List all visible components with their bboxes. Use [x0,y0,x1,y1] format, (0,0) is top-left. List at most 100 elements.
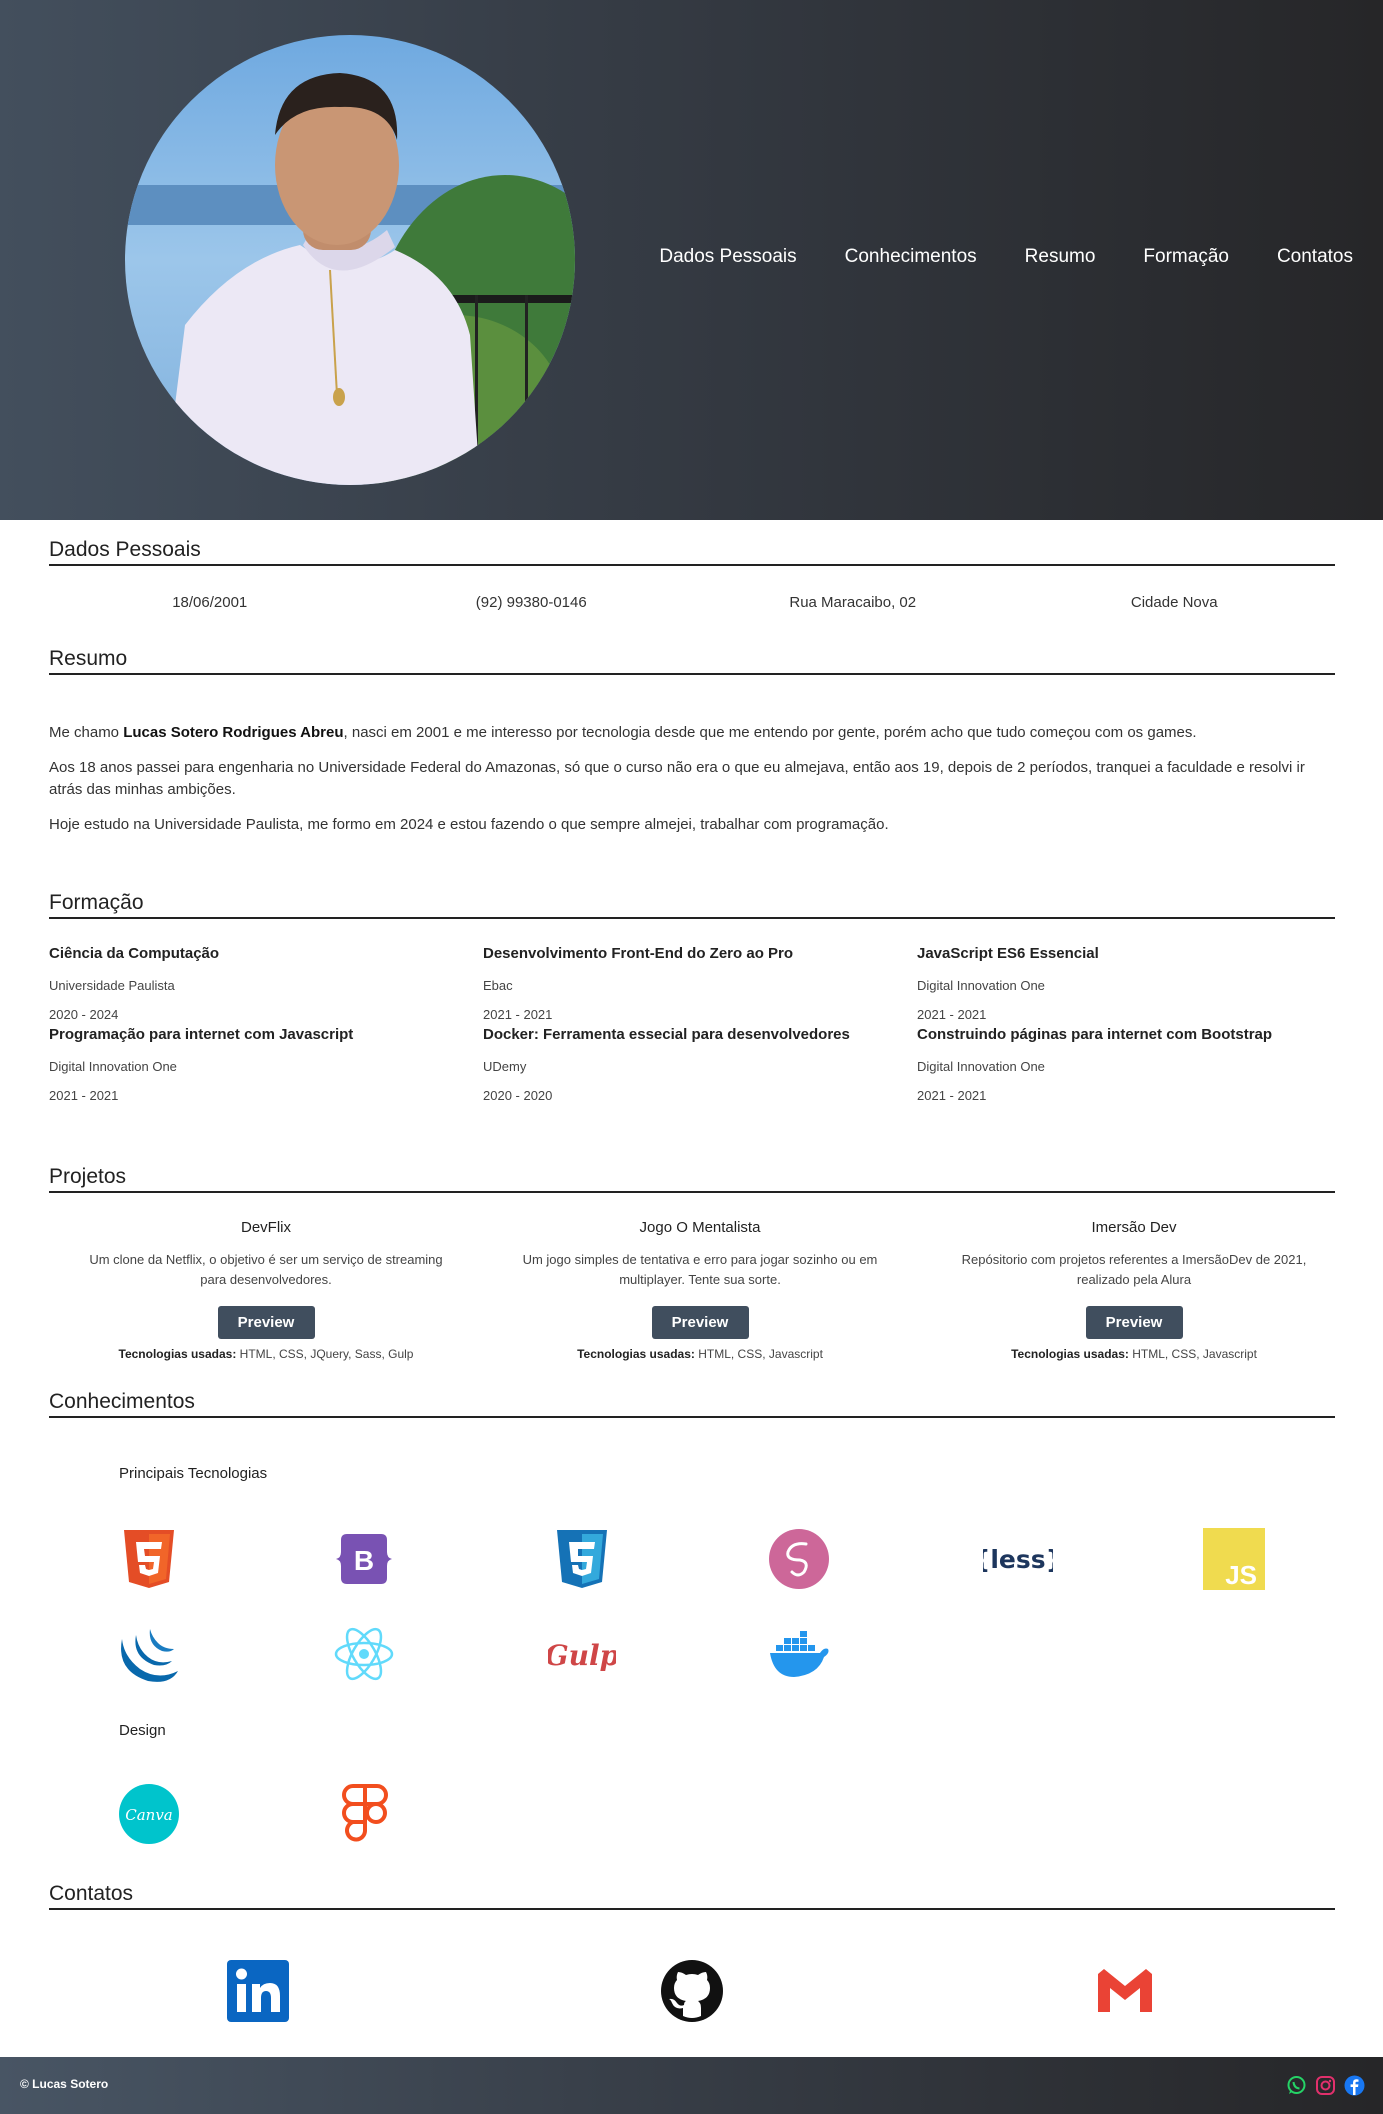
section-title-resumo: Resumo [49,647,1335,675]
project-description: Repósitorio com projetos referentes a Im… [961,1252,1307,1287]
course-institution: Universidade Paulista [49,978,175,993]
section-title-formacao: Formação [49,891,1335,919]
course-name: Programação para internet com Javascript [49,1026,354,1043]
profile-photo [125,35,575,485]
project-name: Imersão Dev [1091,1219,1177,1236]
course-item: JavaScript ES6 Essencial Digital Innovat… [917,945,1351,1022]
course-years: 2020 - 2020 [483,1088,553,1103]
page-header: Dados Pessoais Conhecimentos Resumo Form… [0,0,1383,520]
course-name: Docker: Ferramenta essecial para desenvo… [483,1026,850,1043]
sass-icon [768,1528,830,1590]
course-institution: Digital Innovation One [49,1059,177,1074]
nav-dados-pessoais[interactable]: Dados Pessoais [659,246,796,268]
js-logo-text: JS [1225,1560,1257,1590]
tech-label: Tecnologias usadas: [577,1347,695,1361]
courses-grid: Ciência da Computação Universidade Pauli… [49,945,1349,1103]
street-address: Rua Maracaibo, 02 [789,594,917,611]
course-name: Construindo páginas para internet com Bo… [917,1026,1273,1043]
nav-contatos[interactable]: Contatos [1277,246,1353,268]
figma-icon [340,1783,390,1845]
gulp-logo-text: Gulp [548,1639,616,1672]
resumo-text-part: Me chamo [49,724,124,741]
course-name: JavaScript ES6 Essencial [917,945,1099,962]
section-title-dados-pessoais: Dados Pessoais [49,538,1335,566]
html5-icon [118,1528,180,1590]
nav-conhecimentos[interactable]: Conhecimentos [845,246,977,268]
course-item: Ciência da Computação Universidade Pauli… [49,945,483,1022]
react-icon [333,1623,395,1685]
course-item: Construindo páginas para internet com Bo… [917,1026,1351,1103]
project-description: Um jogo simples de tentativa e erro para… [522,1252,878,1287]
project-tech: Tecnologias usadas: HTML, CSS, JQuery, S… [49,1347,483,1361]
docker-icon [768,1623,830,1685]
whatsapp-icon[interactable] [1286,2075,1307,2101]
less-icon: {less} [973,1528,1064,1590]
css3-icon [551,1528,613,1590]
tech-label: Tecnologias usadas: [1011,1347,1129,1361]
bootstrap-icon: B [333,1528,395,1590]
tech-list: HTML, CSS, Javascript [1128,1347,1257,1361]
preview-button[interactable]: Preview [217,1306,315,1339]
design-label: Design [119,1722,166,1739]
course-name: Ciência da Computação [49,945,220,962]
bootstrap-letter: B [354,1545,374,1576]
course-institution: Digital Innovation One [917,978,1045,993]
course-institution: UDemy [483,1059,527,1074]
course-name: Desenvolvimento Front-End do Zero ao Pro [483,945,794,962]
main-tech-label: Principais Tecnologias [119,1465,268,1482]
instagram-icon[interactable] [1315,2075,1336,2101]
jquery-icon [118,1623,180,1685]
project-name: Jogo O Mentalista [639,1219,761,1236]
project-tech: Tecnologias usadas: HTML, CSS, Javascrip… [483,1347,917,1361]
course-years: 2021 - 2021 [49,1088,119,1103]
project-card: DevFlix Um clone da Netflix, o objetivo … [49,1219,483,1361]
project-name: DevFlix [240,1219,291,1236]
resumo-paragraph: Aos 18 anos passei para engenharia no Un… [49,759,1305,798]
course-item: Docker: Ferramenta essecial para desenvo… [483,1026,917,1103]
resumo-text: Me chamo Lucas Sotero Rodrigues Abreu, n… [49,722,1335,849]
tech-list: HTML, CSS, Javascript [694,1347,823,1361]
district: Cidade Nova [1130,594,1218,611]
canva-logo-text: Canva [125,1806,173,1824]
tech-list: HTML, CSS, JQuery, Sass, Gulp [236,1347,414,1361]
copyright-text: © Lucas Sotero [20,2077,109,2091]
preview-button[interactable]: Preview [651,1306,749,1339]
course-item: Desenvolvimento Front-End do Zero ao Pro… [483,945,917,1022]
project-card: Imersão Dev Repósitorio com projetos ref… [917,1219,1351,1361]
linkedin-icon[interactable] [227,1960,289,2022]
course-years: 2021 - 2021 [483,1007,553,1022]
less-logo-text: {less} [983,1545,1053,1574]
main-nav: Dados Pessoais Conhecimentos Resumo Form… [659,246,1353,268]
facebook-icon[interactable] [1344,2075,1365,2101]
birth-date: 18/06/2001 [172,594,248,611]
nav-formacao[interactable]: Formação [1143,246,1229,268]
course-institution: Digital Innovation One [917,1059,1045,1074]
gulp-icon: Gulp [545,1623,620,1685]
course-years: 2020 - 2024 [49,1007,119,1022]
resumo-text-part: , nasci em 2001 e me interesso por tecno… [343,724,1197,741]
preview-button[interactable]: Preview [1085,1306,1183,1339]
project-card: Jogo O Mentalista Um jogo simples de ten… [483,1219,917,1361]
gmail-icon[interactable] [1094,1960,1156,2022]
canva-icon: Canva [118,1783,180,1845]
resumo-paragraph: Me chamo Lucas Sotero Rodrigues Abreu, n… [49,722,1335,744]
course-years: 2021 - 2021 [917,1088,987,1103]
page-footer: © Lucas Sotero [0,2057,1383,2114]
course-years: 2021 - 2021 [917,1007,987,1022]
footer-social-links [1286,2075,1365,2101]
javascript-icon: JS [1203,1528,1265,1590]
nav-resumo[interactable]: Resumo [1025,246,1096,268]
personal-data: 18/06/2001 (92) 99380-0146 Rua Maracaibo… [49,594,1335,611]
section-title-contatos: Contatos [49,1882,1335,1910]
course-item: Programação para internet com Javascript… [49,1026,483,1103]
projects-list: DevFlix Um clone da Netflix, o objetivo … [49,1219,1351,1361]
project-description: Um clone da Netflix, o objetivo é ser um… [89,1252,443,1287]
project-tech: Tecnologias usadas: HTML, CSS, Javascrip… [917,1347,1351,1361]
github-icon[interactable] [661,1960,723,2022]
course-institution: Ebac [483,978,513,993]
section-title-projetos: Projetos [49,1165,1335,1193]
tech-label: Tecnologias usadas: [118,1347,237,1361]
phone-number: (92) 99380-0146 [475,594,587,611]
resumo-paragraph: Hoje estudo na Universidade Paulista, me… [49,816,889,833]
section-title-conhecimentos: Conhecimentos [49,1390,1335,1418]
